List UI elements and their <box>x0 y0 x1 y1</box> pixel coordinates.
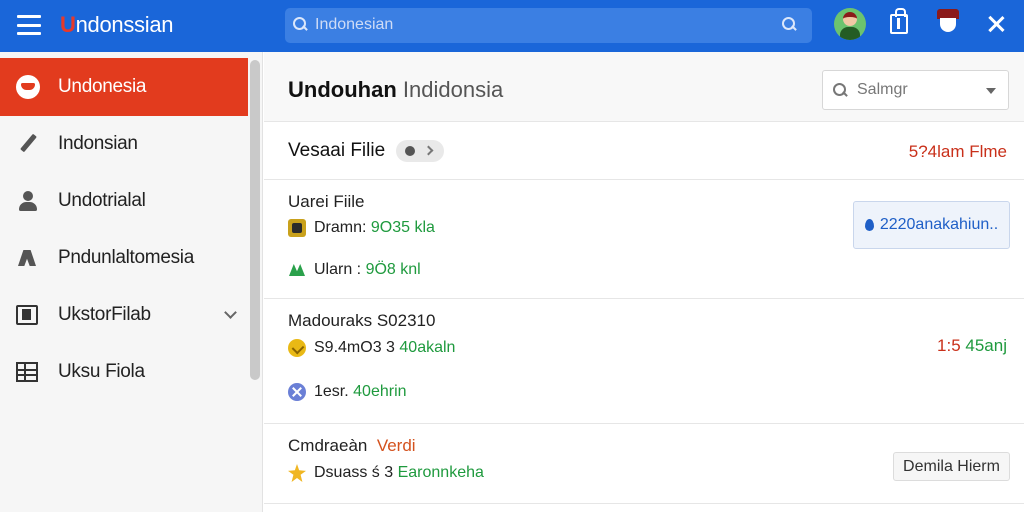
coin-icon <box>288 339 306 357</box>
book-icon <box>16 305 38 325</box>
section-toggle-pill[interactable] <box>396 140 444 162</box>
sidebar-item-undotrialal[interactable]: Undotrialal <box>0 172 248 230</box>
card-line: S9.4mO3 3 40akaln <box>288 337 455 359</box>
search-icon <box>833 83 849 99</box>
list-item: Cmdraeàn Verdi Dsuass ś 3 Earonnkeha Dem… <box>264 424 1024 504</box>
sidebar: Undonesia Indonsian Undotrialal Pndunlal… <box>0 52 263 512</box>
card-action-button[interactable]: 2220anakahiun.. <box>853 201 1010 249</box>
list-item: Uarei Fiile Dramn: 9O35 kla Ularn : 9Ö8 … <box>264 181 1024 299</box>
card-title: Madouraks S02310 <box>288 311 436 330</box>
section-right-label[interactable]: 5?4lam Flme <box>909 142 1007 162</box>
search-input[interactable]: Indonesian <box>315 16 393 34</box>
page-title: Undouhan Indidonsia <box>288 77 504 102</box>
search-bar[interactable]: Indonesian <box>285 8 812 43</box>
card-line: Dsuass ś 3 Earonnkeha <box>288 462 484 484</box>
list-item: Madouraks S02310 S9.4mO3 3 40akaln 1esr.… <box>264 299 1024 424</box>
sidebar-item-label: Uksu Fiola <box>58 361 145 382</box>
close-icon[interactable] <box>986 14 1006 34</box>
profile-icon[interactable] <box>935 9 961 37</box>
pen-icon <box>16 132 40 156</box>
hamburger-menu-icon[interactable] <box>17 15 41 35</box>
grid-icon <box>16 362 38 382</box>
sidebar-item-uksu-fiola[interactable]: Uksu Fiola <box>0 343 248 401</box>
dropdown-value: Salmgr <box>857 81 908 98</box>
sidebar-item-undonesia[interactable]: Undonesia <box>0 58 248 116</box>
main-header: Undouhan Indidonsia Salmgr <box>264 52 1024 122</box>
star-icon <box>288 464 306 482</box>
sidebar-item-ukstorfilab[interactable]: UkstorFilab <box>0 286 248 344</box>
sidebar-item-label: Pndunlaltomesia <box>58 247 194 268</box>
search-submit-icon[interactable] <box>782 17 798 33</box>
chevron-down-icon[interactable] <box>224 305 237 319</box>
sidebar-item-label: Undotrialal <box>58 190 146 211</box>
card-line: 1esr. 40ehrin <box>288 381 407 403</box>
cross-icon <box>288 383 306 401</box>
tools-icon <box>16 246 40 270</box>
sidebar-scrollbar[interactable] <box>250 60 260 380</box>
card-amount[interactable]: 1:5 45anj <box>937 336 1007 356</box>
avatar[interactable] <box>834 8 866 40</box>
sidebar-item-label: UkstorFilab <box>58 304 151 325</box>
top-bar: Undonssian Indonesian <box>0 0 1024 52</box>
card-action-button[interactable]: Demila Hierm <box>893 452 1010 481</box>
leaf-icon <box>288 261 306 279</box>
filter-dropdown[interactable]: Salmgr <box>822 70 1009 110</box>
sidebar-item-indonsian[interactable]: Indonsian <box>0 115 248 173</box>
sidebar-item-label: Indonsian <box>58 133 138 154</box>
bag-icon <box>288 219 306 237</box>
user-dot-icon <box>405 146 415 156</box>
app-brand[interactable]: Undonssian <box>60 12 174 38</box>
caret-down-icon <box>986 88 996 94</box>
card-tag: Verdi <box>376 436 416 455</box>
card-title: Cmdraeàn Verdi <box>288 436 416 455</box>
sidebar-item-pndunlaltomesia[interactable]: Pndunlaltomesia <box>0 229 248 287</box>
shopping-bag-icon[interactable] <box>890 8 908 34</box>
section-title: Vesaai Filie <box>288 140 386 161</box>
sidebar-item-label: Undonesia <box>58 76 147 97</box>
section-header-row: Vesaai Filie 5?4lam Flme <box>264 122 1024 180</box>
search-icon <box>293 17 309 33</box>
user-icon <box>16 189 40 213</box>
card-line: Dramn: 9O35 kla <box>288 217 435 239</box>
card-title: Uarei Fiile <box>288 192 365 211</box>
badge-icon <box>16 75 40 99</box>
pin-icon <box>864 219 874 231</box>
card-line: Ularn : 9Ö8 knl <box>288 259 421 281</box>
chevron-right-icon <box>423 145 434 156</box>
